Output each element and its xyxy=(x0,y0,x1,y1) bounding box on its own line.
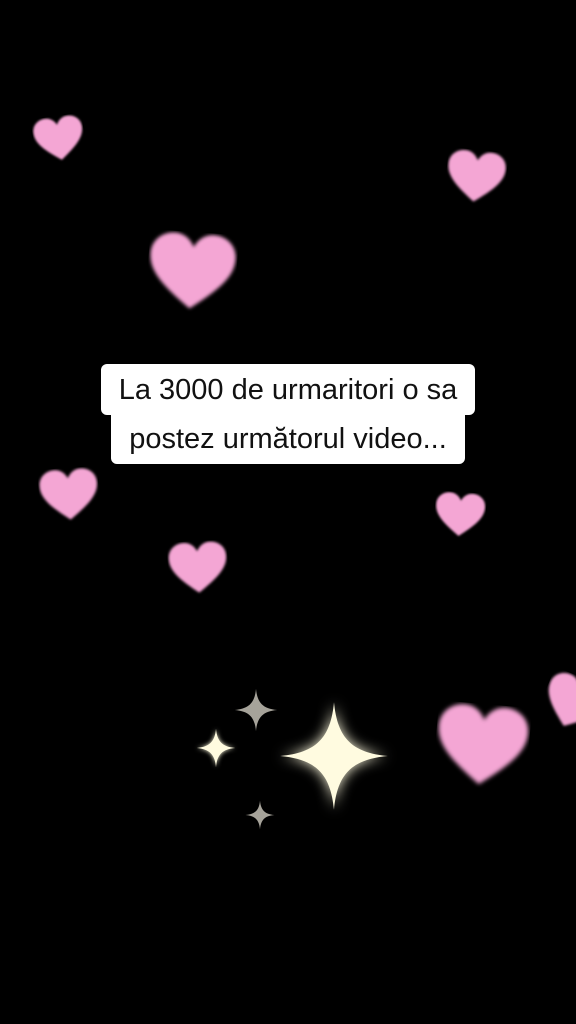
caption-line-2: postez următorul video... xyxy=(111,413,465,464)
sparkle-icon xyxy=(196,728,236,768)
video-frame: La 3000 de urmaritori o sa postez următo… xyxy=(0,0,576,1024)
heart-icon xyxy=(30,113,88,166)
heart-icon xyxy=(535,667,576,740)
sparkle-icon xyxy=(278,700,390,812)
heart-icon xyxy=(143,229,240,315)
caption: La 3000 de urmaritori o sa postez următo… xyxy=(0,364,576,464)
heart-icon xyxy=(431,700,534,792)
heart-icon xyxy=(36,466,102,524)
caption-line-1: La 3000 de urmaritori o sa xyxy=(100,364,476,415)
sparkle-icon xyxy=(245,800,275,830)
heart-icon xyxy=(432,490,487,540)
heart-icon xyxy=(442,147,509,207)
sparkle-icon xyxy=(234,688,278,732)
heart-icon xyxy=(166,539,231,596)
